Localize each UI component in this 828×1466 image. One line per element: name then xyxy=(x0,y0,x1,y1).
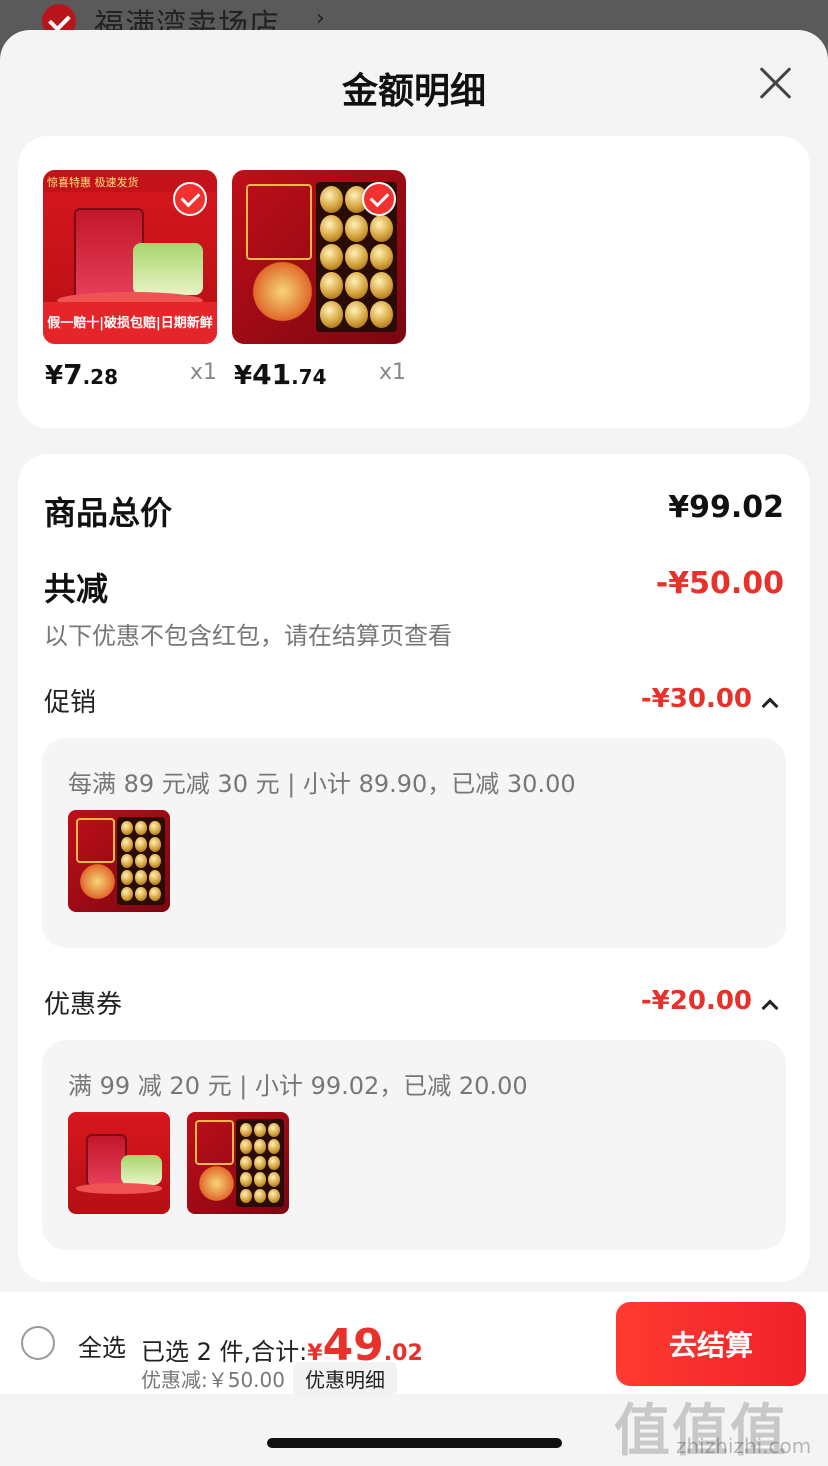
checkout-bar: 全选 已选 2 件,合计:¥49.02 优惠减:￥50.00 优惠明细 去结算 xyxy=(0,1292,828,1395)
amount-detail-sheet: 金额明细 惊喜特惠 极速发货 假一赔十|破损包赔|日期新鲜 ¥7.28 x1 ¥… xyxy=(0,30,828,1466)
sheet-title: 金额明细 xyxy=(341,71,486,112)
chevron-right-icon: › xyxy=(316,6,325,31)
coupon-product-thumb[interactable] xyxy=(68,1112,170,1214)
product-image[interactable] xyxy=(232,170,406,344)
product-image[interactable]: 惊喜特惠 极速发货 假一赔十|破损包赔|日期新鲜 xyxy=(43,170,217,344)
promo-label: 促销 xyxy=(44,688,97,718)
home-indicator[interactable] xyxy=(267,1438,562,1448)
chevron-up-icon[interactable] xyxy=(761,999,779,1017)
selected-products-card: 惊喜特惠 极速发货 假一赔十|破损包赔|日期新鲜 ¥7.28 x1 ¥41.74… xyxy=(18,136,810,428)
product-bottom-text: 假一赔十|破损包赔|日期新鲜 xyxy=(43,302,217,344)
product-price: ¥41.74 xyxy=(234,358,327,391)
promo-product-thumb[interactable] xyxy=(68,810,170,912)
promo-description: 每满 89 元减 30 元 | 小计 89.90，已减 30.00 xyxy=(68,770,576,798)
product-item[interactable]: 惊喜特惠 极速发货 假一赔十|破损包赔|日期新鲜 ¥7.28 x1 xyxy=(43,170,217,391)
coupon-description: 满 99 减 20 元 | 小计 99.02，已减 20.00 xyxy=(68,1072,528,1100)
close-icon[interactable] xyxy=(758,66,792,100)
coupon-detail-box: 满 99 减 20 元 | 小计 99.02，已减 20.00 xyxy=(42,1040,786,1250)
checked-icon[interactable] xyxy=(362,182,396,216)
product-item[interactable]: ¥41.74 x1 xyxy=(232,170,406,391)
discount-text: 优惠减:￥50.00 xyxy=(141,1368,285,1392)
watermark-url: zhizhizhi.com xyxy=(676,1434,812,1458)
discount-detail-button[interactable]: 优惠明细 xyxy=(293,1362,397,1395)
coupon-product-thumb[interactable] xyxy=(187,1112,289,1214)
checkout-button[interactable]: 去结算 xyxy=(616,1302,806,1386)
price-breakdown-card: 商品总价 ¥99.02 共减 -¥50.00 以下优惠不包含红包，请在结算页查看… xyxy=(18,454,810,1282)
product-quantity: x1 xyxy=(378,360,406,385)
selected-count-text: 已选 2 件,合计: xyxy=(141,1338,308,1366)
chevron-up-icon[interactable] xyxy=(761,697,779,715)
checked-icon[interactable] xyxy=(173,182,207,216)
coupon-label: 优惠券 xyxy=(44,990,123,1020)
promo-detail-box: 每满 89 元减 30 元 | 小计 89.90，已减 30.00 xyxy=(42,738,786,948)
reduce-hint: 以下优惠不包含红包，请在结算页查看 xyxy=(44,622,452,650)
product-price: ¥7.28 xyxy=(45,358,119,391)
total-reduce-value: -¥50.00 xyxy=(655,566,784,601)
coupon-value[interactable]: -¥20.00 xyxy=(641,986,752,1016)
total-price-value: ¥99.02 xyxy=(668,490,784,525)
total-reduce-label: 共减 xyxy=(44,570,109,608)
promo-value[interactable]: -¥30.00 xyxy=(641,684,752,714)
select-all-radio[interactable] xyxy=(21,1326,55,1360)
total-price-label: 商品总价 xyxy=(44,494,173,532)
select-all-label[interactable]: 全选 xyxy=(78,1328,126,1363)
product-quantity: x1 xyxy=(189,360,217,385)
